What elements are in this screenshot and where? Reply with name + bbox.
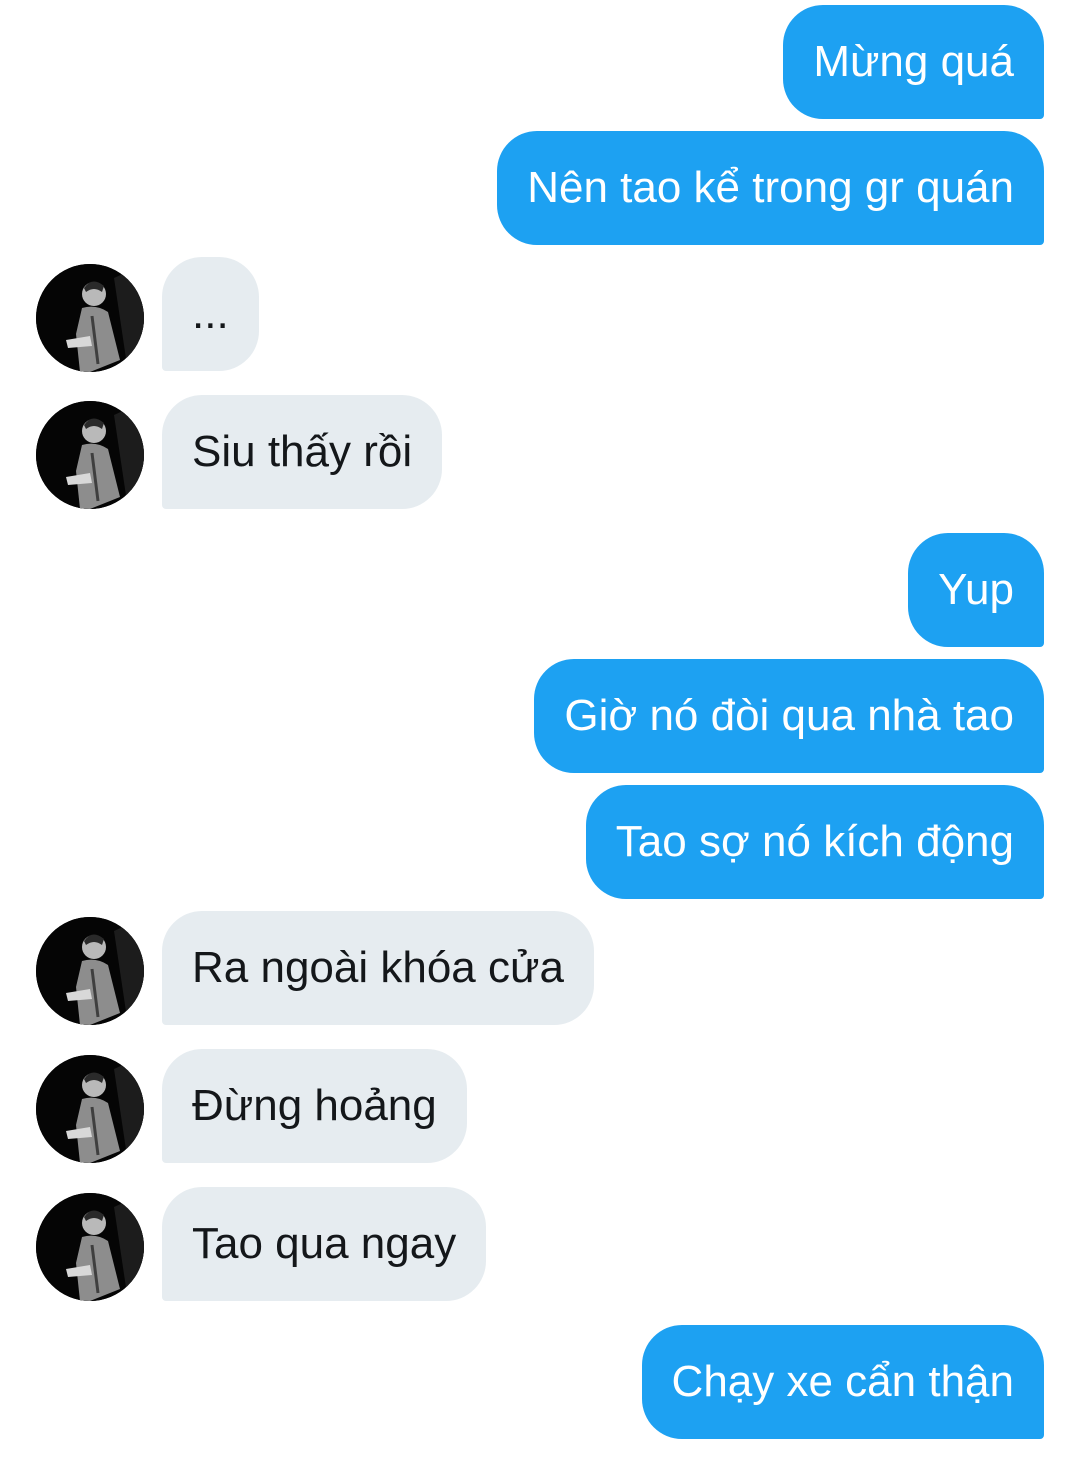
avatar-photo-icon [36,401,144,509]
message-bubble-outgoing[interactable]: Nên tao kể trong gr quán [497,131,1044,245]
avatar[interactable] [36,401,144,509]
avatar[interactable] [36,917,144,1025]
avatar-photo-icon [36,917,144,1025]
message-bubble-incoming[interactable]: Đừng hoảng [162,1049,467,1163]
message-bubble-incoming[interactable]: ... [162,257,259,371]
message-bubble-incoming[interactable]: Ra ngoài khóa cửa [162,911,594,1025]
avatar[interactable] [36,1055,144,1163]
avatar-photo-icon [36,1055,144,1163]
avatar-photo-icon [36,264,144,372]
avatar-photo-icon [36,1193,144,1301]
message-bubble-outgoing[interactable]: Giờ nó đòi qua nhà tao [534,659,1044,773]
avatar[interactable] [36,1193,144,1301]
message-bubble-incoming[interactable]: Siu thấy rồi [162,395,443,509]
message-bubble-outgoing[interactable]: Yup [908,533,1044,647]
message-bubble-outgoing[interactable]: Tao sợ nó kích động [585,785,1044,899]
message-bubble-outgoing[interactable]: Mừng quá [783,5,1044,119]
message-bubble-incoming[interactable]: Tao qua ngay [162,1187,487,1301]
avatar[interactable] [36,264,144,372]
message-bubble-outgoing[interactable]: Chạy xe cẩn thận [641,1325,1044,1439]
